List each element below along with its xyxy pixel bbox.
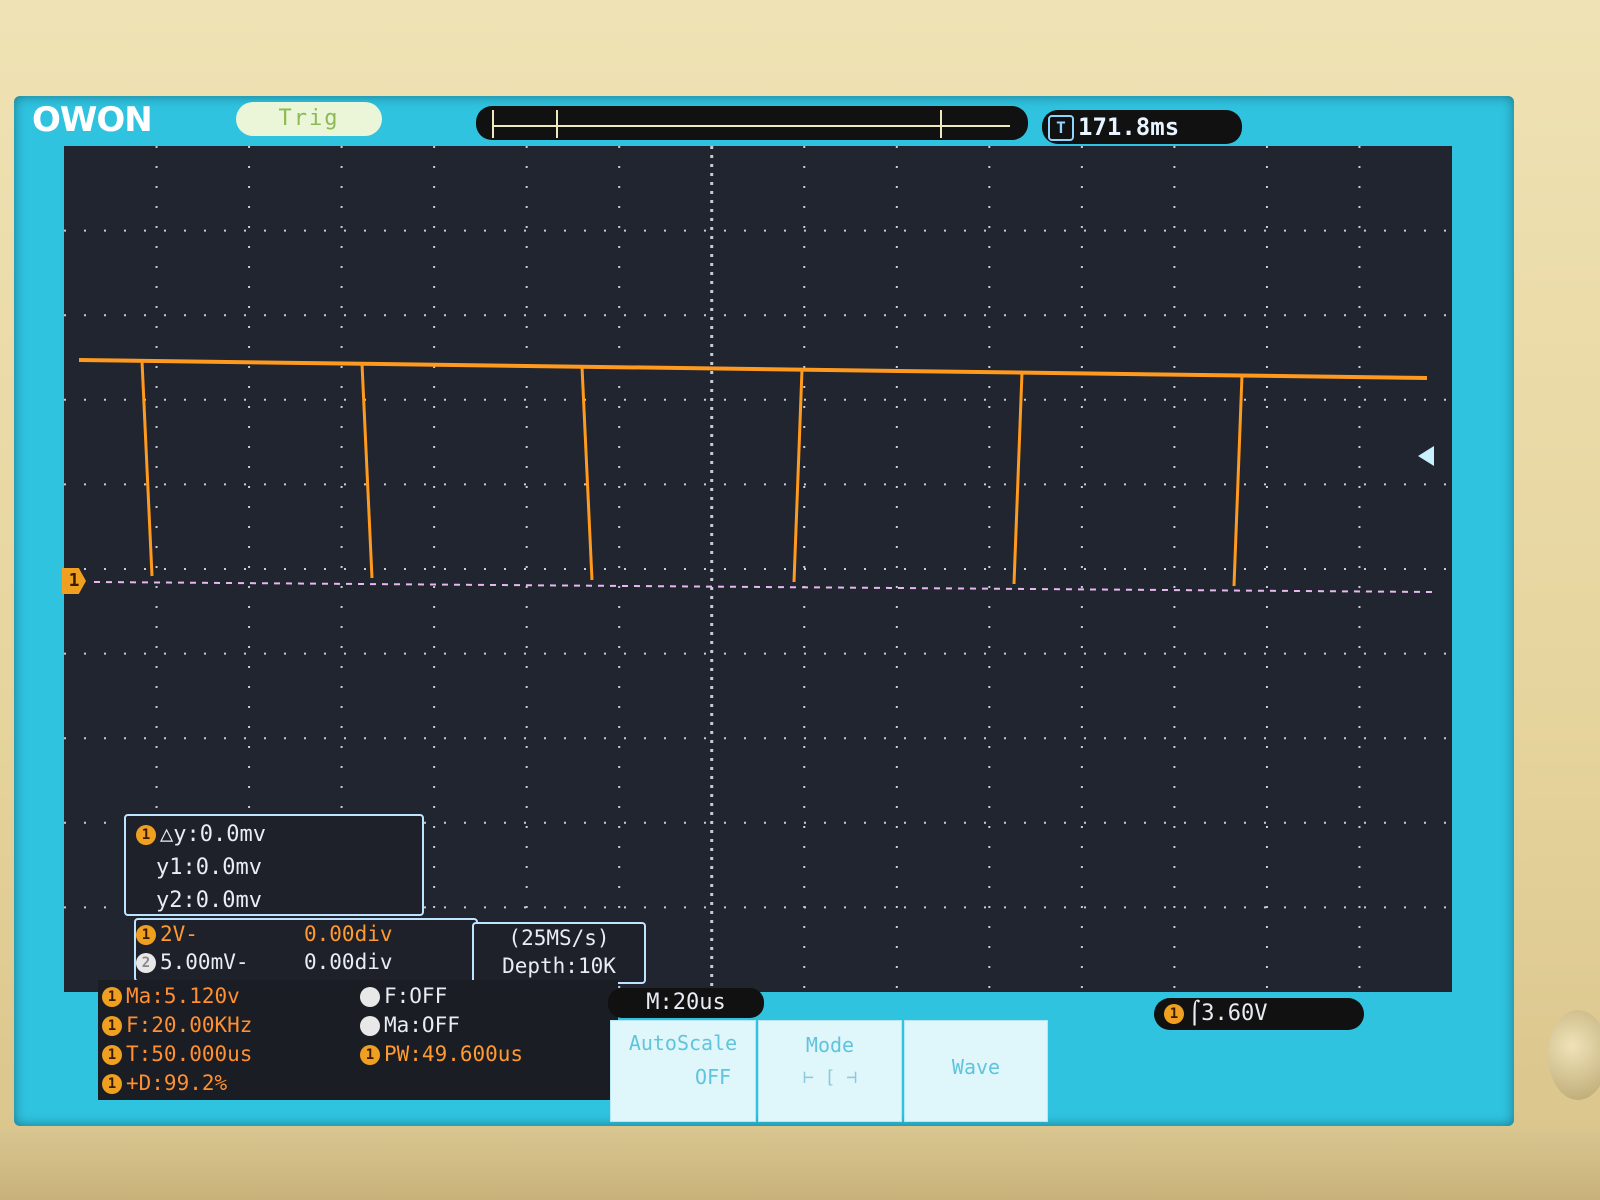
channel-1-scale-row: 1 2V- 0.00div xyxy=(136,920,476,948)
channel-scale-panel: 1 2V- 0.00div 2 5.00mV- 0.00div xyxy=(134,918,478,982)
measure-frequency: 1 F:20.00KHz xyxy=(102,1011,252,1040)
mode-button[interactable]: Mode ⊢ [ ⊣ xyxy=(758,1020,902,1122)
autoscale-label: AutoScale xyxy=(628,1031,738,1055)
channel-2-offset: 0.00div xyxy=(304,950,393,974)
trigger-level-readout: 1 ⌠3.60V xyxy=(1154,998,1364,1030)
brand-logo: OWON xyxy=(32,100,153,140)
trigger-channel-badge: 1 xyxy=(1164,1004,1184,1024)
measure-ampl-ch2: Ma:OFF xyxy=(360,1011,523,1040)
cursor-dy: 1 △y:0.0mv xyxy=(136,818,412,851)
measure-period: 1 T:50.000us xyxy=(102,1040,252,1069)
trigger-time-readout: T 171.8ms xyxy=(1042,110,1242,144)
autoscale-button[interactable]: AutoScale OFF xyxy=(610,1020,756,1122)
channel-1-scale: 2V- xyxy=(160,922,198,946)
measure-duty: 1 +D:99.2% xyxy=(102,1069,252,1098)
channel-2-scale-row: 2 5.00mV- 0.00div xyxy=(136,948,476,976)
cursor-y1: y1:0.0mv xyxy=(156,855,262,880)
memory-line xyxy=(494,125,1010,127)
channel-1-badge: 1 xyxy=(136,925,156,945)
waveform-pulse xyxy=(140,360,154,577)
timebase-readout: M:20us xyxy=(608,988,764,1018)
mode-label: Mode xyxy=(805,1033,855,1057)
measure-amplitude: 1 Ma:5.120v xyxy=(102,982,252,1011)
oscilloscope-screen: OWON Trig T 171.8ms 1 1 △y:0.0mv y1:0.0mv … xyxy=(14,96,1514,1126)
measure-right-column: F:OFF Ma:OFF 1 PW:49.600us xyxy=(360,982,523,1069)
waveform-high-level xyxy=(78,358,1428,380)
waveform-pulse xyxy=(1012,372,1024,585)
trigger-level-value: 3.60V xyxy=(1201,1001,1268,1026)
trigger-t-icon: T xyxy=(1048,115,1074,141)
measure-pulse-width: 1 PW:49.600us xyxy=(360,1040,523,1069)
wave-button[interactable]: Wave xyxy=(904,1020,1048,1122)
channel-2-scale: 5.00mV- xyxy=(160,950,249,974)
trigger-time-value: 171.8ms xyxy=(1078,113,1180,141)
side-knob[interactable] xyxy=(1548,1010,1600,1100)
waveform-pulse xyxy=(792,369,804,583)
memory-window-right xyxy=(940,110,942,138)
measure-left-column: 1 Ma:5.120v 1 F:20.00KHz 1 T:50.000us 1 +D:9… xyxy=(102,982,252,1098)
measure-freq-ch2: F:OFF xyxy=(360,982,523,1011)
memory-depth: Depth:10K xyxy=(502,954,616,978)
ground-reference-line xyxy=(93,581,1433,593)
channel-1-offset: 0.00div xyxy=(304,922,393,946)
trig-status: Trig xyxy=(236,102,382,136)
bezel-bottom xyxy=(0,1130,1600,1200)
memory-window-left xyxy=(556,110,558,138)
trigger-level-arrow xyxy=(1418,446,1434,466)
channel-2-badge: 2 xyxy=(136,953,156,973)
memory-position-bar xyxy=(476,106,1028,140)
waveform-pulse xyxy=(1232,375,1244,587)
rising-edge-icon: ⌠ xyxy=(1188,1001,1202,1026)
wave-label: Wave xyxy=(951,1055,1001,1079)
waveform-pulse xyxy=(360,363,374,579)
sample-rate: (25MS/s) xyxy=(508,926,610,950)
autoscale-state: OFF xyxy=(694,1065,732,1089)
acquisition-panel: (25MS/s) Depth:10K xyxy=(472,922,646,984)
waveform-pulse xyxy=(580,366,594,581)
mode-icon: ⊢ [ ⊣ xyxy=(802,1067,858,1088)
cursor-channel-badge: 1 xyxy=(136,825,156,845)
cursor-y2: y2:0.0mv xyxy=(156,888,262,913)
memory-start-mark xyxy=(492,110,494,138)
measurement-panel: 1 Ma:5.120v 1 F:20.00KHz 1 T:50.000us 1 +D:9… xyxy=(98,980,618,1100)
cursor-panel: 1 △y:0.0mv y1:0.0mv y2:0.0mv xyxy=(124,814,424,916)
